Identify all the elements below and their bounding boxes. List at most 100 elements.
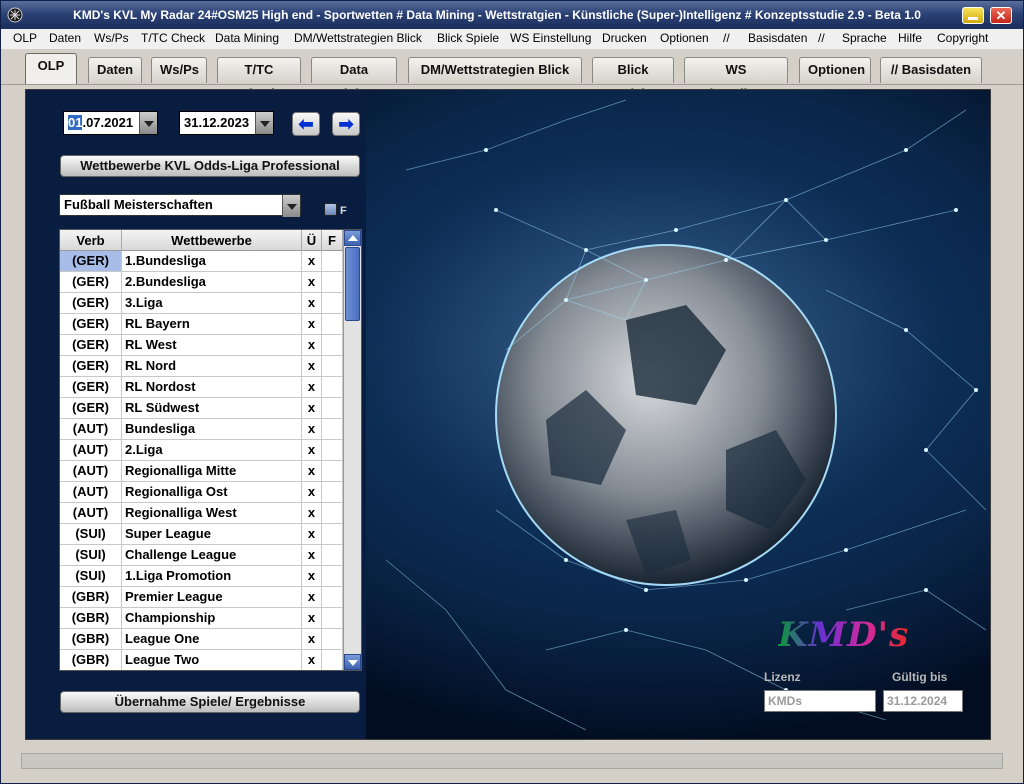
category-select[interactable]: Fußball Meisterschaften (59, 194, 301, 217)
header-u[interactable]: Ü (302, 230, 322, 251)
tab-ws-einstellung[interactable]: WS Einstellung (684, 57, 788, 101)
table-row[interactable]: (GBR) League Two x (60, 650, 343, 670)
table-row[interactable]: (GER) 3.Liga x (60, 293, 343, 314)
cell-f (322, 314, 343, 334)
table-row[interactable]: (SUI) 1.Liga Promotion x (60, 566, 343, 587)
app-icon[interactable] (7, 7, 23, 23)
competitions-table[interactable]: Verb Wettbewerbe Ü F (GER) 1.Bundesliga x(… (59, 229, 362, 671)
tab-dm-wettstrategien-blick[interactable]: DM/Wettstrategien Blick (408, 57, 582, 83)
next-arrow-button[interactable]: ➡ (332, 112, 360, 136)
table-row[interactable]: (AUT) 2.Liga x (60, 440, 343, 461)
header-verb[interactable]: Verb (60, 230, 122, 251)
cell-wettbewerb: 3.Liga (122, 293, 302, 313)
cell-u: x (302, 314, 322, 334)
cell-u: x (302, 251, 322, 271)
scroll-thumb[interactable] (345, 247, 360, 321)
menu-olp[interactable]: OLP (13, 31, 37, 45)
menu-daten[interactable]: Daten (49, 31, 81, 45)
tab-olp[interactable]: OLP (25, 53, 77, 84)
tab-ws-ps[interactable]: Ws/Ps (151, 57, 207, 83)
menu-blick-spiele[interactable]: Blick Spiele (437, 31, 499, 45)
cell-wettbewerb: 1.Bundesliga (122, 251, 302, 271)
prev-arrow-button[interactable]: ⬅ (292, 112, 320, 136)
tab-daten[interactable]: Daten (88, 57, 142, 83)
cell-f (322, 398, 343, 418)
cell-u: x (302, 293, 322, 313)
cell-u: x (302, 545, 322, 565)
chevron-down-icon[interactable] (282, 195, 300, 217)
cell-wettbewerb: 2.Liga (122, 440, 302, 460)
tab-blick-spiele[interactable]: Blick Spiele (592, 57, 674, 101)
tab-t-tc-check[interactable]: T/TC Check (217, 57, 301, 101)
table-row[interactable]: (GER) RL Nord x (60, 356, 343, 377)
table-row[interactable]: (GER) RL Südwest x (60, 398, 343, 419)
cell-f (322, 272, 343, 292)
table-row[interactable]: (GER) 2.Bundesliga x (60, 272, 343, 293)
table-row[interactable]: (GER) RL Bayern x (60, 314, 343, 335)
cell-wettbewerb: RL Nordost (122, 377, 302, 397)
menu-hilfe[interactable]: Hilfe (898, 31, 922, 45)
filter-checkbox[interactable] (324, 203, 337, 216)
valid-until-label: Gültig bis (892, 670, 948, 684)
menu-sprache[interactable]: Sprache (842, 31, 887, 45)
kmds-logo: KMD's (778, 615, 910, 655)
chevron-down-icon[interactable] (139, 112, 157, 134)
title-bar[interactable]: KMD's KVL My Radar 24#OSM25 High end - S… (1, 1, 1023, 29)
menu-data-mining[interactable]: Data Mining (215, 31, 279, 45)
valid-until-field[interactable]: 31.12.2024 (883, 690, 963, 712)
table-row[interactable]: (GER) RL Nordost x (60, 377, 343, 398)
cell-u: x (302, 398, 322, 418)
table-scrollbar[interactable] (343, 230, 361, 670)
table-row[interactable]: (GBR) League One x (60, 629, 343, 650)
table-row[interactable]: (AUT) Regionalliga Ost x (60, 482, 343, 503)
table-row[interactable]: (AUT) Regionalliga West x (60, 503, 343, 524)
date-to-combo[interactable]: 31.12.2023 (179, 111, 274, 135)
cell-f (322, 503, 343, 523)
header-f[interactable]: F (322, 230, 343, 251)
minimize-button[interactable] (962, 7, 984, 24)
menu-ws-einstellung[interactable]: WS Einstellung (510, 31, 591, 45)
license-field[interactable]: KMDs (764, 690, 876, 712)
menu-t-tc-check[interactable]: T/TC Check (141, 31, 205, 45)
date-from-selected-part: 01 (68, 115, 83, 130)
import-results-button[interactable]: Übernahme Spiele/ Ergebnisse (60, 691, 360, 713)
menu-copyright[interactable]: Copyright (937, 31, 988, 45)
table-row[interactable]: (GER) RL West x (60, 335, 343, 356)
tab-optionen[interactable]: Optionen (799, 57, 871, 83)
menu-ws-ps[interactable]: Ws/Ps (94, 31, 129, 45)
cell-f (322, 629, 343, 649)
cell-verb: (AUT) (60, 482, 122, 502)
scroll-up-icon[interactable] (344, 230, 361, 246)
cell-u: x (302, 335, 322, 355)
cell-wettbewerb: Bundesliga (122, 419, 302, 439)
menu-basisdaten[interactable]: Basisdaten (748, 31, 807, 45)
cell-f (322, 587, 343, 607)
menu-bar: OLP Daten Ws/Ps T/TC Check Data Mining D… (1, 29, 1023, 49)
table-row[interactable]: (AUT) Bundesliga x (60, 419, 343, 440)
header-wettbewerbe[interactable]: Wettbewerbe (122, 230, 302, 251)
menu-dm-wettstrategien-blick[interactable]: DM/Wettstrategien Blick (294, 31, 422, 45)
cell-f (322, 440, 343, 460)
tab-basisdaten[interactable]: // Basisdaten (880, 57, 982, 83)
chevron-down-icon[interactable] (255, 112, 273, 134)
table-row[interactable]: (AUT) Regionalliga Mitte x (60, 461, 343, 482)
cell-wettbewerb: League Two (122, 650, 302, 670)
table-row[interactable]: (SUI) Challenge League x (60, 545, 343, 566)
table-row[interactable]: (GER) 1.Bundesliga x (60, 251, 343, 272)
filter-checkbox-label: F (340, 205, 347, 217)
menu-drucken[interactable]: Drucken (602, 31, 647, 45)
competitions-button[interactable]: Wettbewerbe KVL Odds-Liga Professional (60, 155, 360, 177)
table-row[interactable]: (GBR) Championship x (60, 608, 343, 629)
cell-verb: (GER) (60, 335, 122, 355)
table-row[interactable]: (SUI) Super League x (60, 524, 343, 545)
date-from-combo[interactable]: 01.07.2021 (63, 111, 158, 135)
scroll-down-icon[interactable] (344, 654, 361, 670)
tab-data-mining[interactable]: Data Mining (311, 57, 397, 101)
cell-f (322, 335, 343, 355)
close-button[interactable]: ✕ (990, 7, 1012, 24)
table-row[interactable]: (GBR) Premier League x (60, 587, 343, 608)
cell-verb: (AUT) (60, 419, 122, 439)
table-header: Verb Wettbewerbe Ü F (60, 230, 343, 251)
menu-optionen[interactable]: Optionen (660, 31, 709, 45)
cell-f (322, 461, 343, 481)
